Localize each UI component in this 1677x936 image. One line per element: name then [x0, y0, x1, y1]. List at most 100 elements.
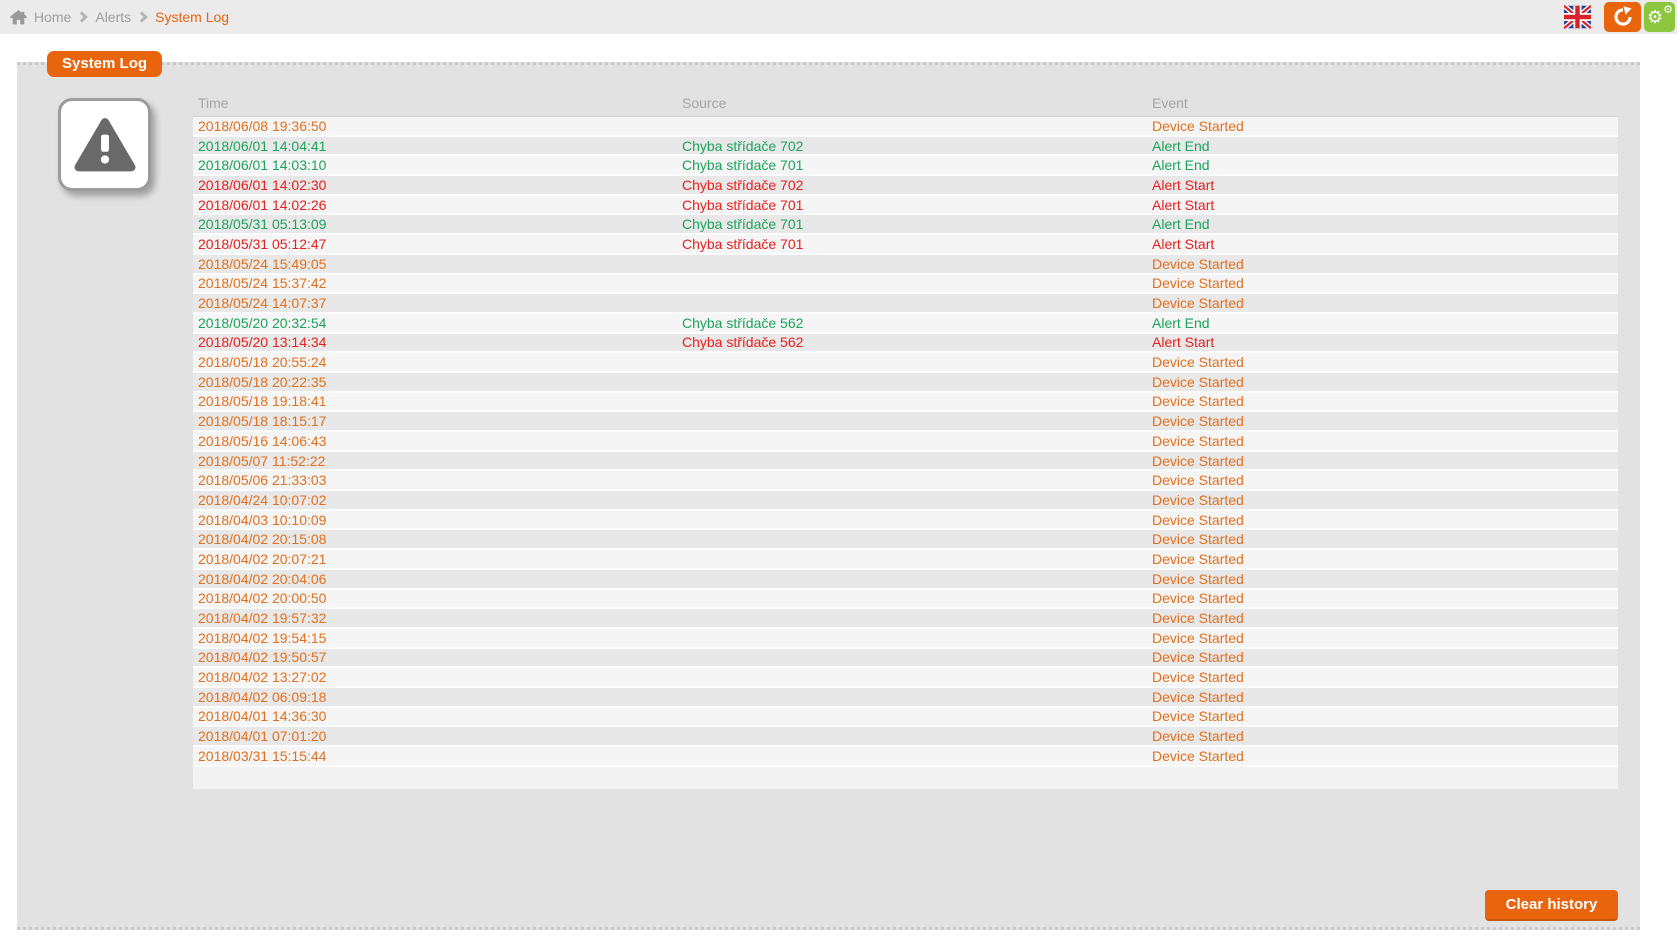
cell-time: 2018/04/02 20:00:50 — [193, 590, 682, 606]
table-row: 2018/05/20 20:32:54 Chyba střídače 562 A… — [193, 314, 1618, 334]
table-row: 2018/04/03 10:10:09 Device Started — [193, 511, 1618, 531]
cell-time: 2018/04/03 10:10:09 — [193, 512, 682, 528]
cell-event: Alert End — [1152, 315, 1618, 331]
col-header-source: Source — [682, 95, 1152, 111]
table-header: Time Source Event — [193, 89, 1618, 116]
table-row: 2018/05/31 05:12:47 Chyba střídače 701 A… — [193, 235, 1618, 255]
table-row: 2018/06/01 14:02:30 Chyba střídače 702 A… — [193, 176, 1618, 196]
cell-time: 2018/03/31 15:15:44 — [193, 748, 682, 764]
cell-time: 2018/05/24 14:07:37 — [193, 295, 682, 311]
cell-time: 2018/05/31 05:13:09 — [193, 216, 682, 232]
col-header-time: Time — [193, 95, 682, 111]
home-icon[interactable] — [10, 10, 27, 25]
cell-event: Alert End — [1152, 216, 1618, 232]
cell-time: 2018/04/02 06:09:18 — [193, 689, 682, 705]
table-row: 2018/04/24 10:07:02 Device Started — [193, 491, 1618, 511]
system-log-table: Time Source Event 2018/06/08 19:36:50 De… — [193, 89, 1618, 789]
clear-history-button[interactable]: Clear history — [1485, 890, 1618, 921]
cell-event: Device Started — [1152, 256, 1618, 272]
table-row: 2018/04/02 20:00:50 Device Started — [193, 590, 1618, 610]
refresh-icon — [1612, 6, 1634, 28]
cell-time: 2018/04/02 13:27:02 — [193, 669, 682, 685]
cell-source: Chyba střídače 701 — [682, 216, 1152, 232]
table-row: 2018/05/24 15:49:05 Device Started — [193, 255, 1618, 275]
table-row: 2018/05/18 20:22:35 Device Started — [193, 373, 1618, 393]
cell-event: Device Started — [1152, 433, 1618, 449]
col-header-event: Event — [1152, 95, 1618, 111]
cell-time: 2018/04/02 20:15:08 — [193, 531, 682, 547]
cell-time: 2018/04/01 07:01:20 — [193, 728, 682, 744]
cell-event: Device Started — [1152, 512, 1618, 528]
page-content: System Log Time Source Event 2018/06/08 … — [0, 62, 1677, 930]
cell-time: 2018/05/18 20:22:35 — [193, 374, 682, 390]
cell-source: Chyba střídače 562 — [682, 315, 1152, 331]
table-row: 2018/05/18 18:15:17 Device Started — [193, 412, 1618, 432]
chevron-right-icon — [77, 11, 88, 22]
table-row: 2018/04/02 19:57:32 Device Started — [193, 609, 1618, 629]
cell-time: 2018/05/18 18:15:17 — [193, 413, 682, 429]
log-rows: 2018/06/08 19:36:50 Device Started 2018/… — [193, 116, 1618, 767]
settings-button[interactable]: ⚙ ⚙ — [1644, 2, 1675, 32]
table-row: 2018/05/16 14:06:43 Device Started — [193, 432, 1618, 452]
table-row: 2018/06/01 14:03:10 Chyba střídače 701 A… — [193, 156, 1618, 176]
cell-time: 2018/06/08 19:36:50 — [193, 118, 682, 134]
cell-event: Alert End — [1152, 157, 1618, 173]
table-row: 2018/06/01 14:02:26 Chyba střídače 701 A… — [193, 196, 1618, 216]
cell-time: 2018/04/02 20:04:06 — [193, 571, 682, 587]
cell-event: Device Started — [1152, 374, 1618, 390]
cell-event: Device Started — [1152, 275, 1618, 291]
cell-time: 2018/04/02 19:54:15 — [193, 630, 682, 646]
breadcrumb-home[interactable]: Home — [34, 9, 71, 25]
table-row: 2018/04/02 13:27:02 Device Started — [193, 668, 1618, 688]
panel-tab-system-log[interactable]: System Log — [47, 51, 162, 77]
cell-source: Chyba střídače 701 — [682, 157, 1152, 173]
cell-event: Device Started — [1152, 689, 1618, 705]
cell-time: 2018/04/24 10:07:02 — [193, 492, 682, 508]
table-row: 2018/04/01 07:01:20 Device Started — [193, 727, 1618, 747]
cell-event: Device Started — [1152, 453, 1618, 469]
topbar-actions: ⚙ ⚙ — [1564, 2, 1675, 32]
cell-time: 2018/05/31 05:12:47 — [193, 236, 682, 252]
gear-icon: ⚙ — [1647, 9, 1663, 27]
table-row: 2018/03/31 15:15:44 Device Started — [193, 747, 1618, 767]
cell-source: Chyba střídače 562 — [682, 334, 1152, 350]
cell-time: 2018/05/07 11:52:22 — [193, 453, 682, 469]
table-row: 2018/06/01 14:04:41 Chyba střídače 702 A… — [193, 137, 1618, 157]
breadcrumb-alerts[interactable]: Alerts — [95, 9, 131, 25]
table-row: 2018/05/07 11:52:22 Device Started — [193, 452, 1618, 472]
table-row: 2018/05/24 15:37:42 Device Started — [193, 275, 1618, 295]
cell-time: 2018/05/16 14:06:43 — [193, 433, 682, 449]
topbar: Home Alerts System Log ⚙ ⚙ — [0, 0, 1677, 34]
cell-time: 2018/04/02 19:57:32 — [193, 610, 682, 626]
breadcrumb-current: System Log — [155, 9, 229, 25]
cell-source: Chyba střídače 702 — [682, 138, 1152, 154]
cell-time: 2018/06/01 14:02:26 — [193, 197, 682, 213]
refresh-button[interactable] — [1604, 2, 1641, 32]
cell-event: Alert Start — [1152, 334, 1618, 350]
table-row: 2018/05/06 21:33:03 Device Started — [193, 471, 1618, 491]
cell-time: 2018/05/06 21:33:03 — [193, 472, 682, 488]
breadcrumb: Home Alerts System Log — [10, 9, 229, 25]
language-flag-button[interactable] — [1564, 5, 1591, 29]
cell-event: Device Started — [1152, 295, 1618, 311]
system-log-panel: System Log Time Source Event 2018/06/08 … — [17, 62, 1640, 930]
table-row: 2018/04/02 06:09:18 Device Started — [193, 688, 1618, 708]
table-row: 2018/04/02 20:04:06 Device Started — [193, 570, 1618, 590]
cell-event: Device Started — [1152, 590, 1618, 606]
cell-time: 2018/04/01 14:36:30 — [193, 708, 682, 724]
cell-event: Device Started — [1152, 472, 1618, 488]
cell-event: Device Started — [1152, 630, 1618, 646]
chevron-right-icon — [136, 11, 147, 22]
table-row: 2018/04/01 14:36:30 Device Started — [193, 708, 1618, 728]
cell-time: 2018/06/01 14:04:41 — [193, 138, 682, 154]
cell-event: Alert Start — [1152, 236, 1618, 252]
table-row: 2018/05/18 19:18:41 Device Started — [193, 393, 1618, 413]
cell-event: Device Started — [1152, 649, 1618, 665]
alert-icon-card — [58, 98, 151, 191]
table-row: 2018/04/02 19:50:57 Device Started — [193, 649, 1618, 669]
cell-event: Device Started — [1152, 354, 1618, 370]
table-row: 2018/05/31 05:13:09 Chyba střídače 701 A… — [193, 215, 1618, 235]
table-footer-strip — [193, 767, 1618, 789]
cell-source: Chyba střídače 701 — [682, 197, 1152, 213]
cell-event: Device Started — [1152, 492, 1618, 508]
